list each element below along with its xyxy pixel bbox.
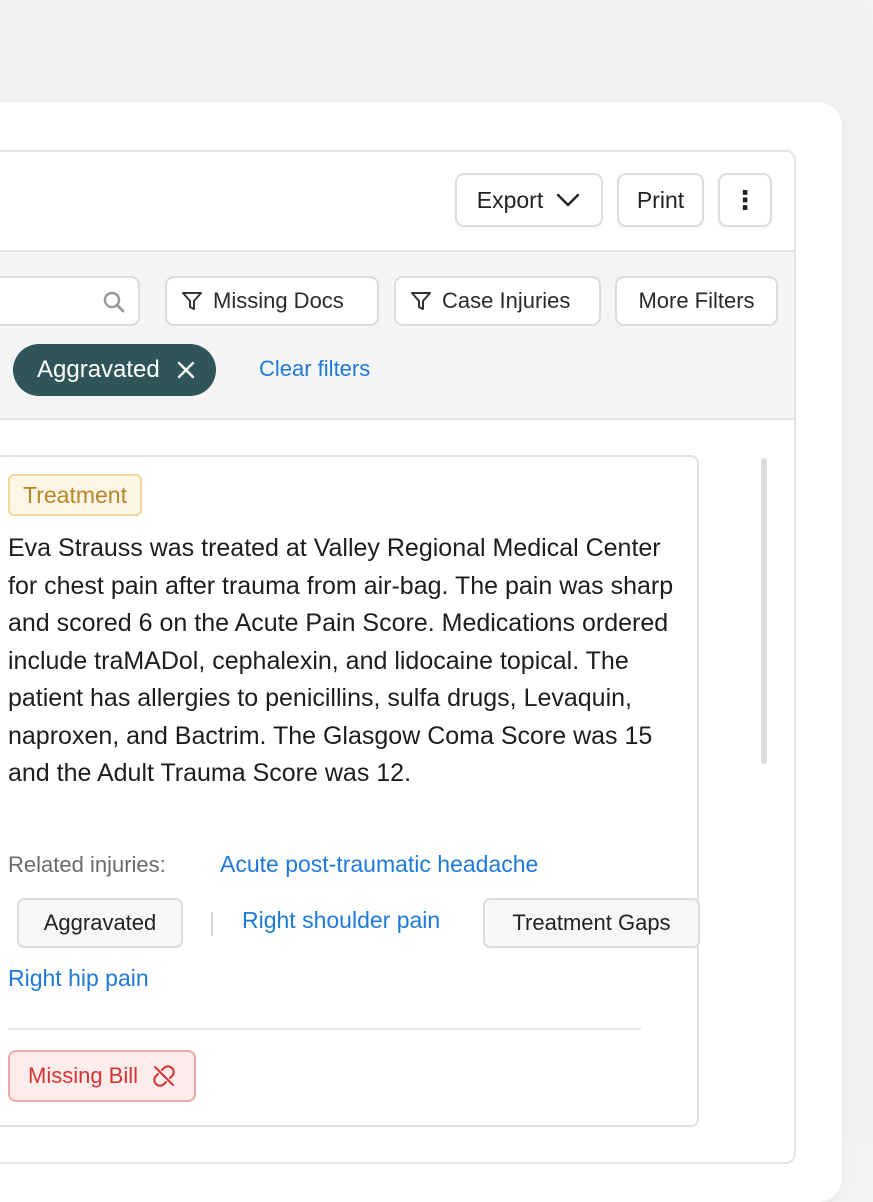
injury-link-headache[interactable]: Acute post-traumatic headache [220, 851, 538, 878]
missing-bill-label: Missing Bill [28, 1063, 139, 1088]
case-injuries-label: Case Injuries [442, 288, 571, 313]
print-button[interactable]: Print [617, 173, 704, 227]
search-icon [103, 291, 125, 313]
print-label: Print [636, 186, 685, 213]
scrollbar[interactable] [761, 458, 767, 764]
injury-link-right-shoulder[interactable]: Right shoulder pain [242, 907, 440, 934]
missing-bill-badge[interactable]: Missing Bill [8, 1050, 197, 1102]
chevron-down-icon [557, 193, 580, 207]
export-button[interactable]: Export [455, 173, 603, 227]
aggravated-label: Aggravated [43, 910, 157, 935]
aggravated-button[interactable]: Aggravated [17, 898, 183, 948]
search-input[interactable] [0, 276, 140, 326]
kebab-menu-icon: ⋮ [732, 184, 758, 215]
treatment-tag: Treatment [8, 474, 142, 516]
export-label: Export [476, 186, 544, 213]
case-injuries-filter-button[interactable]: Case Injuries [394, 276, 601, 326]
more-options-button[interactable]: ⋮ [718, 173, 772, 227]
related-injuries-label: Related injuries: [8, 852, 166, 877]
more-filters-button[interactable]: More Filters [615, 276, 778, 326]
toolbar: Export Print ⋮ [0, 152, 794, 252]
filter-icon [411, 292, 431, 310]
injury-link-right-hip[interactable]: Right hip pain [8, 965, 149, 992]
broken-link-icon [153, 1065, 175, 1087]
divider [8, 1028, 641, 1030]
close-icon[interactable] [176, 360, 196, 380]
separator [211, 912, 213, 936]
treatment-summary: Eva Strauss was treated at Valley Region… [8, 534, 674, 787]
active-filter-label: Aggravated [37, 356, 160, 383]
treatment-gaps-label: Treatment Gaps [512, 910, 671, 935]
active-filter-chip[interactable]: Aggravated [13, 344, 216, 396]
document-panel: Export Print ⋮ Missing Docs Case Injurie… [0, 150, 796, 1164]
missing-docs-label: Missing Docs [213, 288, 344, 313]
filter-bar: Missing Docs Case Injuries More Filters … [0, 252, 794, 420]
treatment-tag-label: Treatment [23, 481, 127, 508]
treatment-gaps-button[interactable]: Treatment Gaps [483, 898, 700, 948]
clear-filters-link[interactable]: Clear filters [259, 356, 370, 382]
more-filters-label: More Filters [638, 288, 755, 313]
filter-icon [182, 292, 202, 310]
missing-docs-filter-button[interactable]: Missing Docs [165, 276, 379, 326]
